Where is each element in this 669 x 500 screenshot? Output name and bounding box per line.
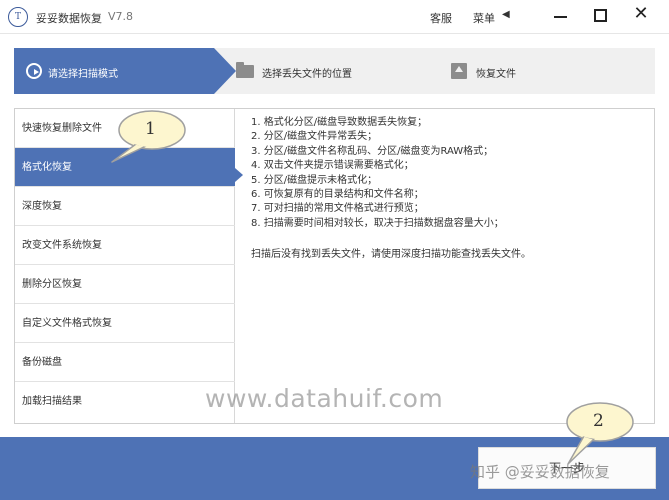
folder-icon [236,62,254,78]
steps-bar: 请选择扫描模式 选择丢失文件的位置 恢复文件 [14,48,655,94]
step-label: 选择丢失文件的位置 [262,69,352,80]
upload-icon [451,63,467,79]
callout-2-label: 2 [593,411,604,431]
description-line: 6. 可恢复原有的目录结构和文件名称； [251,189,424,201]
app-title: 妥妥数据恢复 [36,12,102,25]
minimize-icon [554,16,567,18]
callout-1-label: 1 [145,119,156,139]
service-link[interactable]: 客服 [430,10,452,26]
app-version: V7.8 [108,10,134,23]
maximize-icon [594,9,607,22]
description-line: 3. 分区/磁盘文件名称乱码、分区/磁盘变为RAW格式； [251,145,494,157]
close-button[interactable]: ✕ [631,3,651,26]
menu-arrow-icon[interactable]: ◀ [502,9,510,20]
step-label: 请选择扫描模式 [48,69,118,80]
mode-load-scan-results[interactable]: 加载扫描结果 [15,382,235,421]
description-line: 2. 分区/磁盘文件异常丢失； [251,131,378,143]
description-line: 4. 双击文件夹提示错误需要格式化； [251,160,414,172]
mode-custom-format-recovery[interactable]: 自定义文件格式恢复 [15,304,235,343]
description-line: 1. 格式化分区/磁盘导致数据丢失恢复； [251,117,428,128]
step-scan-mode: 请选择扫描模式 [14,48,238,94]
description-line: 7. 可对扫描的常用文件格式进行预览； [251,203,424,215]
step-label: 恢复文件 [476,69,516,80]
play-circle-icon [26,63,42,79]
mode-deep-recovery[interactable]: 深度恢复 [15,187,235,226]
maximize-button[interactable] [591,6,611,26]
site-watermark: www.datahuif.com [205,384,444,413]
app-logo-icon: T [8,7,28,27]
mode-description: 1. 格式化分区/磁盘导致数据丢失恢复； 2. 分区/磁盘文件异常丢失； 3. … [251,116,643,260]
mode-deleted-partition-recovery[interactable]: 删除分区恢复 [15,265,235,304]
mode-backup-disk[interactable]: 备份磁盘 [15,343,235,382]
active-mode-pointer-icon [235,168,243,182]
minimize-button[interactable] [551,6,571,26]
title-bar: T 妥妥数据恢复 V7.8 客服 菜单 ◀ ✕ [0,0,669,34]
description-line: 5. 分区/磁盘提示未格式化； [251,174,378,186]
close-icon: ✕ [633,3,649,24]
menu-link[interactable]: 菜单 [473,10,495,26]
mode-filesystem-change-recovery[interactable]: 改变文件系统恢复 [15,226,235,265]
description-line: 8. 扫描需要时间相对较长，取决于扫描数据盘容量大小； [251,217,504,229]
description-note: 扫描后没有找到丢失文件，请使用深度扫描功能查找丢失文件。 [251,249,531,261]
